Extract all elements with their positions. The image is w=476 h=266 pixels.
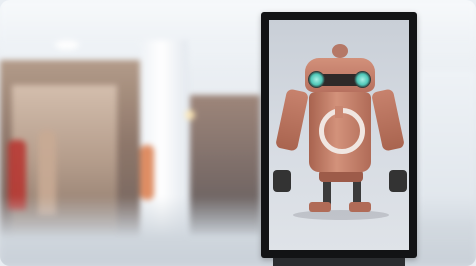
robot-arm-left — [275, 88, 309, 152]
signage-stand — [273, 258, 405, 266]
robot-eye-left — [308, 71, 325, 88]
robot-arm-right — [371, 88, 405, 152]
robot-emblem-notch — [335, 106, 343, 118]
robot-antenna — [332, 44, 348, 58]
robot-shadow — [293, 210, 389, 220]
robot-foot-right — [349, 202, 371, 212]
store-light — [185, 110, 195, 120]
signage-screen — [269, 20, 409, 250]
robot-illustration — [269, 20, 409, 250]
mannequin-orange — [140, 145, 154, 200]
robot-eye-right — [354, 71, 371, 88]
robot-hand-right — [389, 170, 407, 192]
ceiling-light — [55, 40, 79, 50]
robot-hand-left — [273, 170, 291, 192]
photo-card — [0, 0, 476, 266]
robot-foot-left — [309, 202, 331, 212]
